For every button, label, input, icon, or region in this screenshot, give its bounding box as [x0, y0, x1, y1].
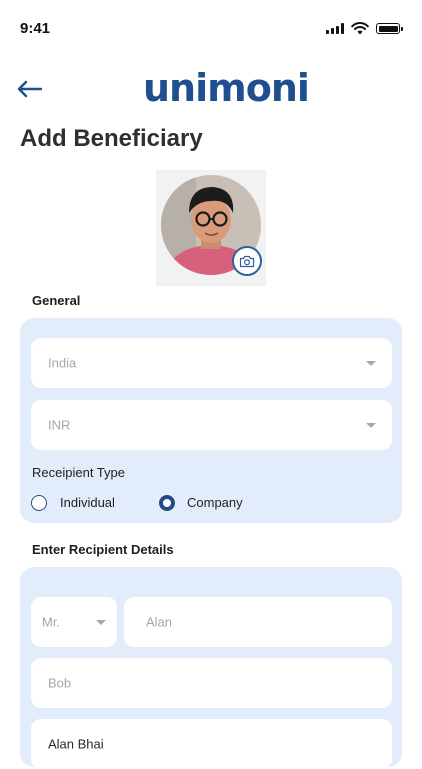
country-value: India — [48, 355, 77, 371]
chevron-down-icon — [366, 423, 376, 428]
back-button[interactable] — [14, 76, 46, 102]
recipient-details-panel: Mr. Alan Bob Alan Bhai — [20, 567, 402, 769]
salutation-value: Mr. — [42, 614, 61, 630]
first-name-input[interactable]: Alan — [124, 597, 392, 647]
change-photo-button[interactable] — [232, 246, 262, 276]
first-name-value: Alan — [146, 614, 173, 630]
country-select[interactable]: India — [31, 338, 392, 388]
radio-individual-label[interactable]: Individual — [60, 495, 115, 510]
status-icons — [326, 22, 403, 35]
battery-icon — [376, 23, 403, 34]
general-section-label: General — [32, 293, 81, 308]
salutation-select[interactable]: Mr. — [31, 597, 117, 647]
nickname-input[interactable]: Alan Bhai — [31, 719, 392, 769]
arrow-left-icon — [17, 80, 43, 98]
nickname-value: Alan Bhai — [48, 736, 104, 752]
currency-select[interactable]: INR — [31, 400, 392, 450]
recipient-details-section-label: Enter Recipient Details — [32, 542, 174, 557]
cellular-signal-icon — [326, 23, 344, 34]
radio-company-label[interactable]: Company — [187, 495, 243, 510]
wifi-icon — [351, 22, 369, 35]
status-time: 9:41 — [20, 20, 51, 37]
unimoni-logo: unimoni — [143, 66, 310, 110]
radio-company[interactable] — [159, 495, 175, 511]
last-name-value: Bob — [48, 675, 72, 691]
recipient-type-label: Receipient Type — [32, 465, 125, 480]
camera-icon — [239, 255, 255, 267]
last-name-input[interactable]: Bob — [31, 658, 392, 708]
currency-value: INR — [48, 417, 71, 433]
chevron-down-icon — [96, 620, 106, 625]
page-title: Add Beneficiary — [20, 125, 203, 152]
avatar-container — [156, 170, 266, 286]
chevron-down-icon — [366, 361, 376, 366]
general-panel: India INR Receipient Type Individual Com… — [20, 318, 402, 523]
status-bar: 9:41 — [0, 0, 422, 56]
radio-individual[interactable] — [31, 495, 47, 511]
